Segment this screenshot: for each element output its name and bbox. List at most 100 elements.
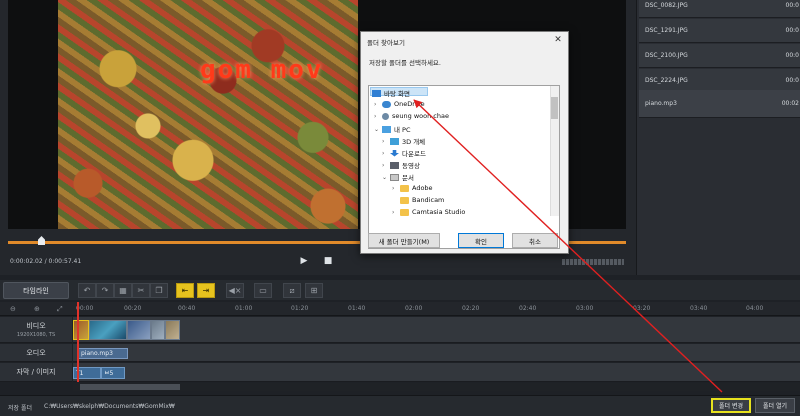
file-name: DSC_1291.JPG — [645, 27, 688, 34]
chevron-down-icon[interactable]: ⌄ — [382, 174, 390, 181]
track-title: 비디오 — [26, 322, 46, 330]
video-clip[interactable] — [73, 320, 89, 340]
copy-button[interactable]: ❐ — [150, 283, 168, 298]
cut-button[interactable]: ✂ — [132, 283, 150, 298]
tree-scrollbar-thumb[interactable] — [551, 97, 558, 119]
file-list-item[interactable]: DSC_1291.JPG 00:0 — [639, 19, 800, 43]
change-folder-button[interactable]: 폴더 변경 — [711, 398, 751, 413]
track-resolution: 1920X1080, TS — [16, 332, 56, 338]
crop-icon: ⧄ — [289, 285, 295, 295]
tree-item-label: Camtasia Studio — [412, 208, 466, 216]
tree-item-pc[interactable]: ⌄ 내 PC — [374, 124, 411, 134]
tree-item-adobe[interactable]: › Adobe — [392, 184, 433, 192]
folder-icon — [400, 208, 409, 216]
delete-button[interactable]: ▦ — [114, 283, 132, 298]
tree-item-label: Bandicam — [412, 196, 445, 204]
audio-track[interactable] — [73, 344, 800, 362]
crop-button[interactable]: ⧄ — [283, 283, 301, 298]
zoom-out-icon[interactable]: ⊖ — [10, 305, 16, 313]
video-clip[interactable] — [151, 320, 165, 340]
file-list-item[interactable]: piano.mp3 00:02 — [639, 90, 800, 118]
tree-item-desktop[interactable]: 바탕 화면 — [372, 88, 410, 98]
file-list-item[interactable]: DSC_2100.JPG 00:0 — [639, 44, 800, 68]
mute-button[interactable]: ◀× — [226, 283, 244, 298]
track-label-video: 비디오 1920X1080, TS — [0, 317, 72, 343]
subtitle-track[interactable] — [73, 363, 800, 382]
timeline-ruler[interactable] — [0, 302, 800, 316]
file-duration: 00:0 — [785, 77, 799, 84]
tab-timeline[interactable]: 타임라인 — [3, 282, 69, 299]
video-track[interactable] — [73, 317, 800, 343]
new-folder-button[interactable]: 새 폴더 만들기(M) — [368, 233, 440, 248]
ruler-tick: 01:40 — [348, 305, 366, 312]
tree-item-label: OneDrive — [394, 100, 425, 108]
play-icon: ▶ — [300, 256, 308, 266]
video-frame-image — [58, 0, 358, 229]
playhead[interactable] — [77, 302, 79, 382]
track-label-audio: 오디오 — [0, 344, 72, 362]
export-button[interactable]: ⇥ — [197, 283, 215, 298]
cancel-button[interactable]: 취소 — [512, 233, 558, 248]
subtitle-clip[interactable]: ㅂ5 — [101, 367, 125, 379]
video-clip[interactable] — [165, 320, 180, 340]
tree-item-3d[interactable]: › 3D 개체 — [382, 136, 425, 146]
video-clip[interactable] — [89, 320, 127, 340]
cloud-icon — [382, 100, 391, 108]
screen-button[interactable]: ▭ — [254, 283, 272, 298]
tree-item-onedrive[interactable]: › OneDrive — [374, 100, 425, 108]
import-icon: ⇤ — [181, 286, 189, 295]
chevron-right-icon[interactable]: › — [382, 150, 390, 157]
play-button[interactable]: ▶ — [296, 254, 312, 268]
file-duration: 00:02 — [781, 100, 799, 107]
tree-item-documents[interactable]: ⌄ 문서 — [382, 172, 414, 182]
chevron-right-icon[interactable]: › — [392, 209, 400, 216]
tree-item-label: 동영상 — [402, 162, 420, 170]
fit-button[interactable]: ⊞ — [305, 283, 323, 298]
tree-item-videos[interactable]: › 동영상 — [382, 160, 420, 170]
monitor-icon: ▭ — [259, 286, 267, 295]
tree-item-label: 3D 개체 — [402, 138, 426, 146]
playback-time: 0:00:02.02 / 0:00:57.41 — [10, 258, 82, 265]
tree-item-downloads[interactable]: › 다운로드 — [382, 148, 426, 158]
ruler-tick: 03:00 — [576, 305, 594, 312]
chevron-right-icon[interactable]: › — [382, 138, 390, 145]
video-icon — [390, 161, 399, 169]
tree-item-label: 문서 — [402, 174, 414, 182]
ruler-tick: 02:40 — [519, 305, 537, 312]
import-button[interactable]: ⇤ — [176, 283, 194, 298]
tree-item-user[interactable]: › seung woon chae — [374, 112, 449, 120]
pc-icon — [382, 125, 391, 133]
chevron-right-icon[interactable]: › — [374, 113, 382, 120]
undo-button[interactable]: ↶ — [78, 283, 96, 298]
tree-item-label: 다운로드 — [402, 150, 426, 158]
track-title: 자막 / 이미지 — [16, 368, 56, 376]
ok-button[interactable]: 확인 — [458, 233, 504, 248]
ruler-tick: 03:20 — [633, 305, 651, 312]
timeline-scrollbar-thumb[interactable] — [80, 384, 180, 390]
chevron-right-icon[interactable]: › — [392, 185, 400, 192]
folder-icon — [400, 184, 409, 192]
tree-item-bandicam[interactable]: Bandicam — [392, 196, 444, 204]
chevron-right-icon[interactable]: › — [382, 162, 390, 169]
ruler-tick: 00:40 — [178, 305, 196, 312]
ruler-tick: 00:20 — [124, 305, 142, 312]
chevron-down-icon[interactable]: ⌄ — [374, 126, 382, 133]
volume-slider[interactable] — [562, 259, 624, 265]
file-list-item[interactable]: DSC_0082.JPG 00:0 — [639, 0, 800, 18]
audio-clip[interactable]: piano.mp3 — [78, 348, 128, 359]
undo-icon: ↶ — [83, 286, 91, 295]
video-clip[interactable] — [127, 320, 151, 340]
close-icon[interactable]: ✕ — [552, 34, 564, 46]
fit-timeline-icon[interactable]: ⤢ — [57, 305, 63, 314]
redo-button[interactable]: ↷ — [96, 283, 114, 298]
chevron-right-icon[interactable]: › — [374, 101, 382, 108]
dialog-title: 폴더 찾아보기 — [367, 39, 405, 47]
tree-item-camtasia[interactable]: › Camtasia Studio — [392, 208, 465, 216]
zoom-in-icon[interactable]: ⊕ — [34, 305, 40, 313]
timeline-scrollbar[interactable] — [73, 383, 800, 391]
file-name: piano.mp3 — [645, 100, 677, 107]
open-folder-button[interactable]: 폴더 열기 — [755, 398, 795, 413]
stop-button[interactable]: ■ — [320, 254, 336, 268]
media-file-list: DSC_0082.JPG 00:0 DSC_1291.JPG 00:0 DSC_… — [636, 0, 800, 275]
ruler-tick: 01:20 — [291, 305, 309, 312]
